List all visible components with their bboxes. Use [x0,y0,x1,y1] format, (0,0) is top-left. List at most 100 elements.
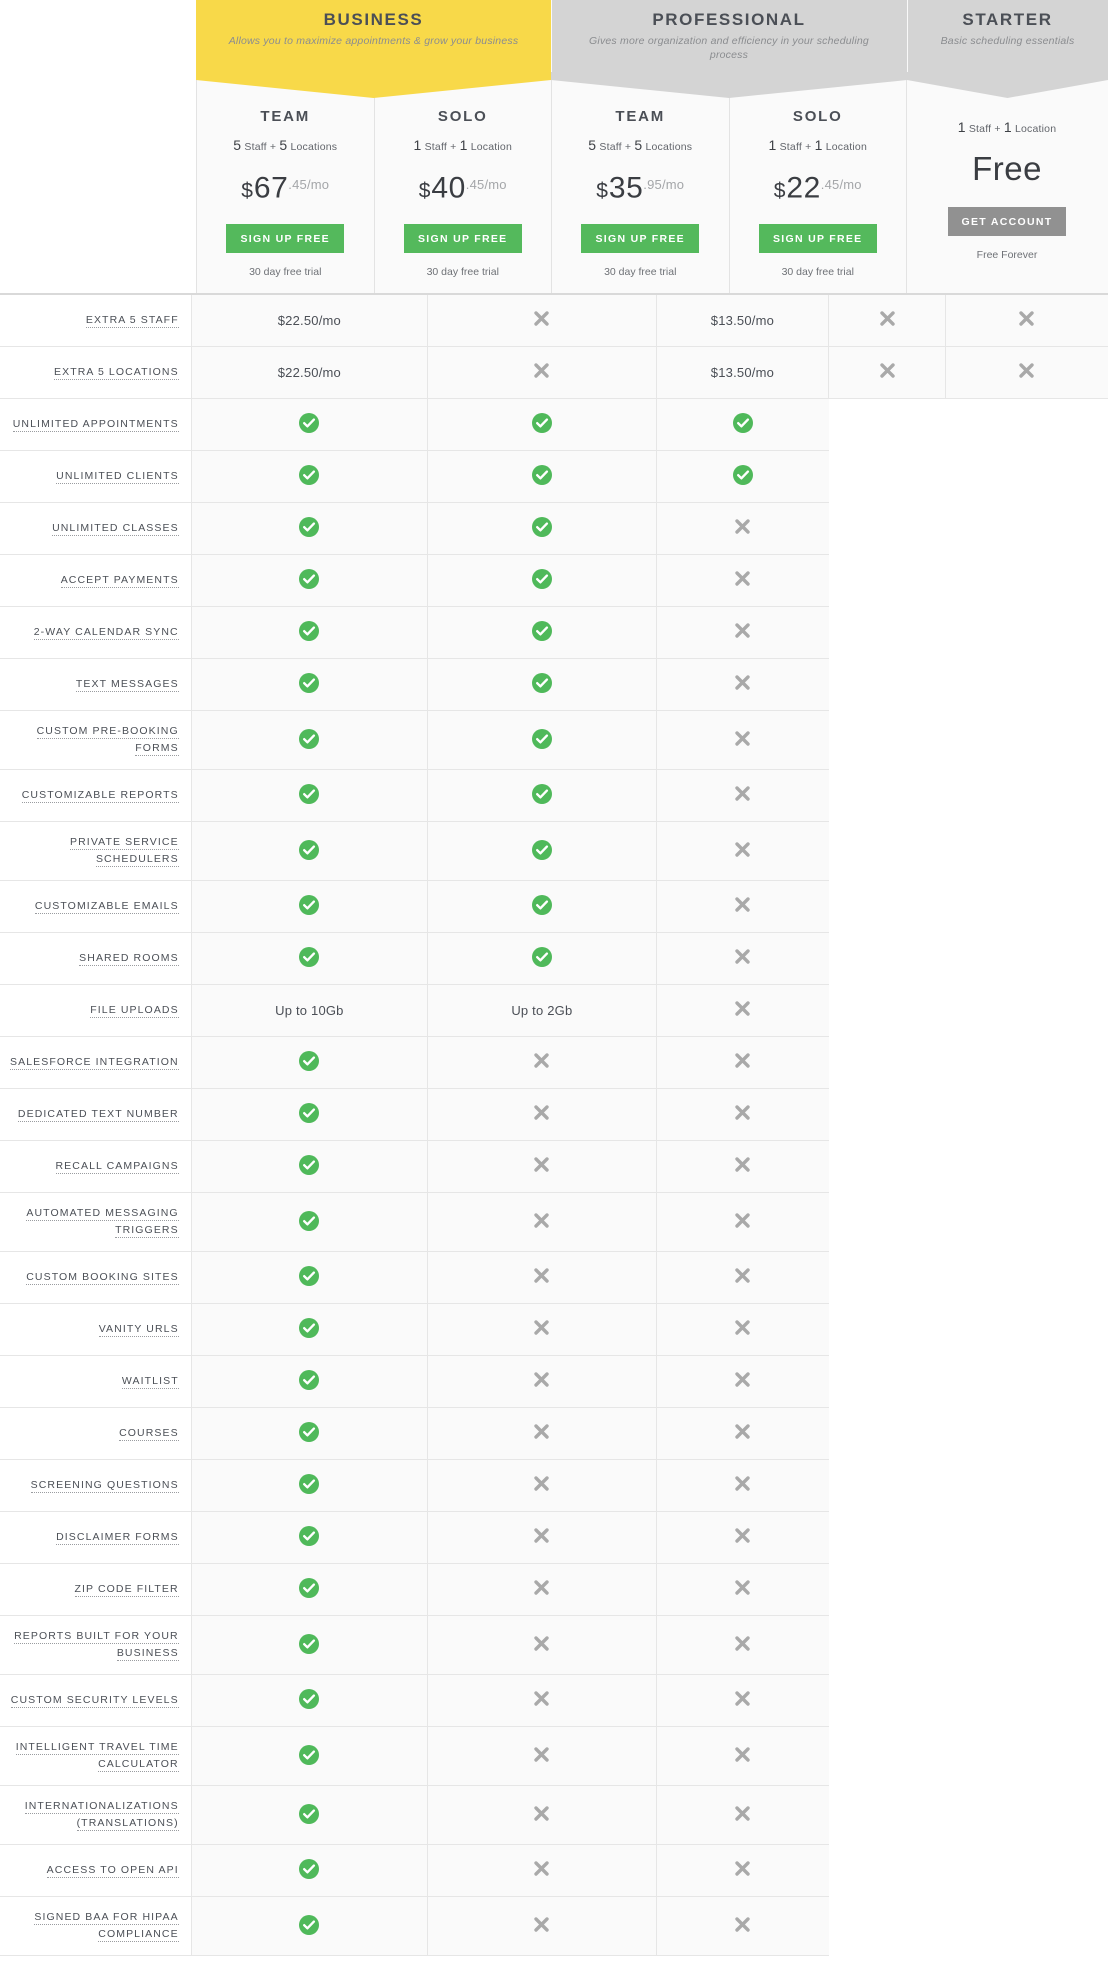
feature-cell [190,1192,428,1253]
table-row: INTELLIGENT TRAVEL TIME CALCULATOR [0,1726,1108,1787]
plan-trial-note: Free Forever [976,249,1038,261]
cross-icon [733,1689,752,1712]
sign-up-free-button[interactable]: SIGN UP FREE [403,224,522,254]
table-row: EXTRA 5 LOCATIONS $22.50/mo $13.50/mo [0,346,1108,400]
table-row: SCREENING QUESTIONS [0,1459,1108,1513]
feature-cell [427,1088,657,1142]
feature-cell [655,1140,829,1194]
feature-label: WAITLIST [0,1355,192,1409]
plan-group-banner-professional: PROFESSIONAL Gives more organization and… [551,0,907,98]
cross-icon [733,1051,752,1074]
feature-label: VANITY URLS [0,1303,192,1357]
check-circle-icon [531,839,552,863]
feature-cell [427,1785,657,1846]
cross-icon [532,1915,551,1938]
feature-label: INTELLIGENT TRAVEL TIME CALCULATOR [0,1726,192,1787]
feature-cell [190,450,428,504]
table-row: DISCLAIMER FORMS [0,1511,1108,1565]
plan-price: $22.45/mo [736,170,901,210]
plan-column-3: TEAM 5 Staff + 5 Locations $35.95/mo SIGN U… [551,72,729,294]
sign-up-free-button[interactable]: SIGN UP FREE [581,224,699,254]
feature-cell [190,1674,428,1728]
feature-cell [427,1036,657,1090]
plan-trial-note: 30 day free trial [604,266,677,279]
cross-icon [733,1370,752,1393]
table-row: UNLIMITED CLIENTS [0,450,1108,504]
cross-icon [733,1211,752,1234]
feature-cell [190,398,428,452]
table-row: INTERNATIONALIZATIONS (TRANSLATIONS) [0,1785,1108,1846]
plan-trial-note: 30 day free trial [249,266,322,279]
check-circle-icon [531,784,552,807]
feature-cell [190,821,428,882]
cross-icon [733,1422,752,1445]
table-row: COURSES [0,1407,1108,1461]
cross-icon [733,569,752,592]
banner-divider [551,0,552,72]
get-account-button[interactable]: GET ACCOUNT [947,207,1067,236]
cross-icon [733,1103,752,1126]
feature-label: COURSES [0,1407,192,1461]
feature-label: ZIP CODE FILTER [0,1563,192,1617]
feature-label: SIGNED BAA FOR HIPAA COMPLIANCE [0,1896,192,1957]
check-circle-icon [299,1155,320,1178]
cross-icon [733,784,752,807]
cross-icon [532,1422,551,1445]
cross-icon [733,947,752,970]
check-circle-icon [299,621,320,644]
cross-icon [532,1578,551,1601]
feature-cell [655,450,829,504]
feature-cell [190,1511,428,1565]
price-cents: .45/mo [465,177,507,192]
check-circle-icon [299,413,320,436]
check-circle-icon [299,1633,320,1657]
feature-cell [190,1563,428,1617]
price-amount: 67 [253,171,289,205]
check-circle-icon [299,1370,320,1393]
feature-label: ACCEPT PAYMENTS [0,554,192,608]
feature-cell: $13.50/mo [655,295,829,348]
feature-cell [190,1726,428,1787]
cell-value: $13.50/mo [710,313,775,329]
feature-label: REPORTS BUILT FOR YOUR BUSINESS [0,1615,192,1676]
check-circle-icon [299,1474,320,1497]
cross-icon [878,309,897,332]
table-row: REPORTS BUILT FOR YOUR BUSINESS [0,1615,1108,1676]
plan-group-banner-business: BUSINESS Allows you to maximize appointm… [196,0,551,98]
feature-cell [427,1407,657,1461]
sign-up-free-button[interactable]: SIGN UP FREE [226,224,344,254]
table-row: CUSTOMIZABLE REPORTS [0,769,1108,823]
check-circle-icon [299,465,320,488]
feature-cell [427,1140,657,1194]
feature-cell [944,295,1108,348]
price-cents: .95/mo [643,177,685,192]
feature-cell [427,710,657,771]
plan-capacity: 1 Staff + 1 Location [413,137,512,153]
cross-icon [532,1051,551,1074]
check-circle-icon [299,728,320,752]
feature-cell [427,295,657,348]
cross-icon [532,1859,551,1882]
feature-cell [655,710,829,771]
sign-up-free-button[interactable]: SIGN UP FREE [758,224,877,254]
feature-label: SHARED ROOMS [0,932,192,986]
table-row: SIGNED BAA FOR HIPAA COMPLIANCE [0,1896,1108,1957]
feature-cell [427,1192,657,1253]
cross-icon [1017,309,1036,332]
check-circle-icon [531,895,552,918]
table-row: EXTRA 5 STAFF $22.50/mo $13.50/mo [0,295,1108,348]
check-circle-icon [299,1266,320,1289]
feature-cell [427,450,657,504]
price-amount: 22 [786,171,821,205]
feature-cell [944,346,1108,400]
feature-label: CUSTOM BOOKING SITES [0,1251,192,1305]
plan-trial-note: 30 day free trial [426,266,499,279]
plan-group-banner-starter: STARTER Basic scheduling essentials [907,0,1108,98]
plan-price: $35.95/mo [558,170,723,210]
table-row: CUSTOM PRE-BOOKING FORMS [0,710,1108,771]
feature-cell [655,1844,829,1898]
feature-label: PRIVATE SERVICE SCHEDULERS [0,821,192,882]
table-row: UNLIMITED CLASSES [0,502,1108,556]
feature-label: FILE UPLOADS [0,984,192,1038]
cross-icon [532,1634,551,1657]
